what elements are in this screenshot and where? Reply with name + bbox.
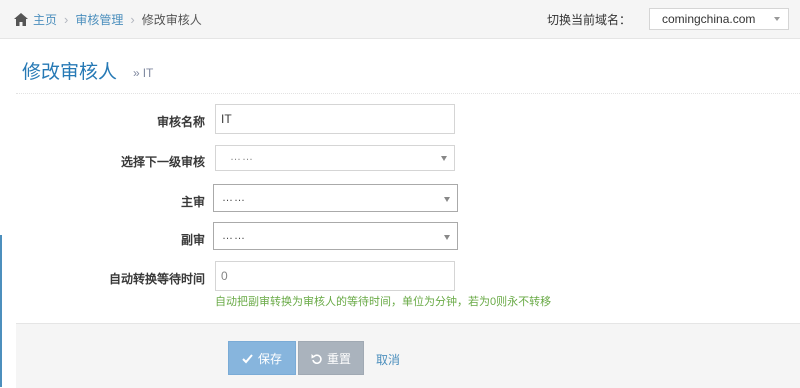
save-button-label: 保存: [257, 351, 282, 366]
primary-reviewer-label: 主审: [180, 195, 205, 209]
double-chevron-right-icon: »: [133, 66, 140, 80]
audit-name-label: 审核名称: [156, 115, 205, 129]
page-subtitle: » IT: [133, 66, 153, 80]
form-actions: 保存 重置 取消: [16, 323, 800, 388]
save-button[interactable]: 保存: [228, 341, 296, 375]
reset-button[interactable]: 重置: [298, 341, 364, 375]
next-level-select-value: ……: [230, 151, 254, 163]
domain-switch-label: 切换当前域名：: [547, 13, 632, 27]
chevron-down-icon: [441, 156, 447, 161]
breadcrumb-audit-management-link[interactable]: 审核管理: [75, 11, 123, 28]
breadcrumb-separator: ›: [64, 12, 69, 27]
check-icon: [242, 353, 253, 363]
domain-select-value: comingchina.com: [662, 12, 756, 26]
deputy-reviewer-select-value: ……: [222, 230, 246, 242]
page-header: 修改审核人 » IT: [16, 56, 800, 94]
chevron-down-icon: [444, 197, 450, 202]
cancel-link[interactable]: 取消: [376, 351, 400, 368]
next-level-select[interactable]: ……: [215, 145, 455, 171]
breadcrumb-separator: ›: [130, 12, 135, 27]
primary-reviewer-select[interactable]: ……: [213, 184, 458, 212]
home-icon: [14, 13, 28, 26]
chevron-down-icon: [774, 17, 780, 21]
next-level-label: 选择下一级审核: [120, 155, 205, 169]
left-edge-marker: [0, 235, 2, 387]
audit-name-input[interactable]: IT: [215, 104, 455, 134]
breadcrumb-current: 修改审核人: [141, 13, 202, 27]
deputy-reviewer-select[interactable]: ……: [213, 222, 458, 250]
breadcrumb: 主页 › 审核管理 › 修改审核人: [14, 11, 202, 28]
wait-time-input[interactable]: 0: [215, 261, 455, 291]
wait-time-help-text: 自动把副审转换为审核人的等待时间，单位为分钟，若为0则永不转移: [215, 296, 552, 308]
reset-button-label: 重置: [326, 351, 351, 366]
domain-select[interactable]: comingchina.com: [649, 8, 789, 30]
breadcrumb-bar: 主页 › 审核管理 › 修改审核人 切换当前域名： comingchina.co…: [0, 0, 800, 39]
deputy-reviewer-label: 副审: [180, 233, 205, 247]
wait-time-label: 自动转换等待时间: [108, 272, 205, 286]
page-title: 修改审核人: [22, 62, 118, 83]
chevron-down-icon: [444, 235, 450, 240]
breadcrumb-home-link[interactable]: 主页: [33, 11, 57, 28]
page-subtitle-text: IT: [142, 66, 154, 80]
undo-icon: [311, 353, 322, 364]
primary-reviewer-select-value: ……: [222, 192, 246, 204]
